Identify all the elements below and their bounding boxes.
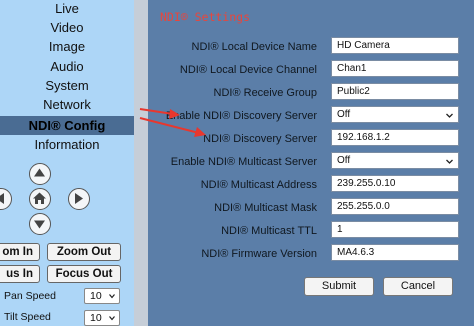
submit-button[interactable]: Submit	[304, 277, 374, 296]
tilt-speed-select[interactable]: 10	[84, 310, 120, 326]
firmware-version-field: MA4.6.3	[331, 244, 459, 261]
local-device-channel-label: NDI® Local Device Channel	[179, 64, 317, 76]
ptz-left-button[interactable]	[0, 188, 12, 210]
focus-in-button[interactable]: us In	[0, 265, 40, 283]
ptz-up-button[interactable]	[29, 163, 51, 185]
local-device-name-input[interactable]: HD Camera	[331, 37, 459, 54]
pan-speed-label: Pan Speed	[4, 290, 56, 302]
home-icon	[33, 192, 46, 204]
chevron-down-icon	[109, 294, 115, 299]
focus-out-button[interactable]: Focus Out	[47, 265, 121, 283]
enable-discovery-server-select[interactable]: Off	[331, 106, 459, 123]
multicast-mask-label: NDI® Multicast Mask	[214, 202, 317, 214]
zoom-out-button[interactable]: Zoom Out	[47, 243, 121, 261]
enable-multicast-server-label: Enable NDI® Multicast Server	[170, 156, 317, 168]
sidebar-item-live[interactable]: Live	[0, 0, 134, 18]
arrow-left-icon	[0, 193, 4, 204]
sidebar-item-information[interactable]: Information	[0, 136, 134, 154]
ndi-settings-panel: NDI® Settings NDI® Local Device Name HD …	[148, 0, 474, 326]
arrow-up-icon	[34, 168, 45, 177]
multicast-mask-input[interactable]: 255.255.0.0	[331, 198, 459, 215]
enable-multicast-server-value: Off	[337, 155, 351, 166]
chevron-down-icon	[109, 316, 115, 321]
discovery-server-input[interactable]: 192.168.1.2	[331, 129, 459, 146]
enable-multicast-server-select[interactable]: Off	[331, 152, 459, 169]
panel-divider	[134, 0, 148, 326]
multicast-ttl-input[interactable]: 1	[331, 221, 459, 238]
sidebar-item-network[interactable]: Network	[0, 96, 134, 114]
sidebar-item-video[interactable]: Video	[0, 19, 134, 37]
local-device-name-label: NDI® Local Device Name	[191, 41, 317, 53]
discovery-server-label: NDI® Discovery Server	[203, 133, 317, 145]
sidebar-item-system[interactable]: System	[0, 77, 134, 95]
pan-speed-value: 10	[90, 290, 102, 302]
page-title: NDI® Settings	[160, 10, 251, 24]
receive-group-input[interactable]: Public2	[331, 83, 459, 100]
ptz-home-button[interactable]	[29, 188, 51, 210]
local-device-channel-input[interactable]: Chan1	[331, 60, 459, 77]
enable-discovery-server-label: Enable NDI® Discovery Server	[165, 110, 317, 122]
enable-discovery-server-value: Off	[337, 109, 351, 120]
arrow-right-icon	[75, 193, 83, 204]
pan-speed-select[interactable]: 10	[84, 288, 120, 304]
cancel-button[interactable]: Cancel	[383, 277, 453, 296]
arrow-down-icon	[34, 220, 45, 229]
sidebar-item-ndi-config[interactable]: NDI® Config	[0, 116, 134, 135]
ptz-down-button[interactable]	[29, 213, 51, 235]
sidebar: Live Video Image Audio System Network ND…	[0, 0, 134, 326]
multicast-address-label: NDI® Multicast Address	[200, 179, 317, 191]
sidebar-item-audio[interactable]: Audio	[0, 58, 134, 76]
receive-group-label: NDI® Receive Group	[213, 87, 317, 99]
multicast-address-input[interactable]: 239.255.0.10	[331, 175, 459, 192]
multicast-ttl-label: NDI® Multicast TTL	[221, 225, 317, 237]
zoom-in-button[interactable]: om In	[0, 243, 40, 261]
chevron-down-icon	[446, 159, 453, 164]
ptz-right-button[interactable]	[68, 188, 90, 210]
sidebar-item-image[interactable]: Image	[0, 38, 134, 56]
tilt-speed-value: 10	[90, 312, 102, 324]
firmware-version-label: NDI® Firmware Version	[201, 248, 317, 260]
tilt-speed-label: Tilt Speed	[4, 311, 51, 323]
chevron-down-icon	[446, 113, 453, 118]
